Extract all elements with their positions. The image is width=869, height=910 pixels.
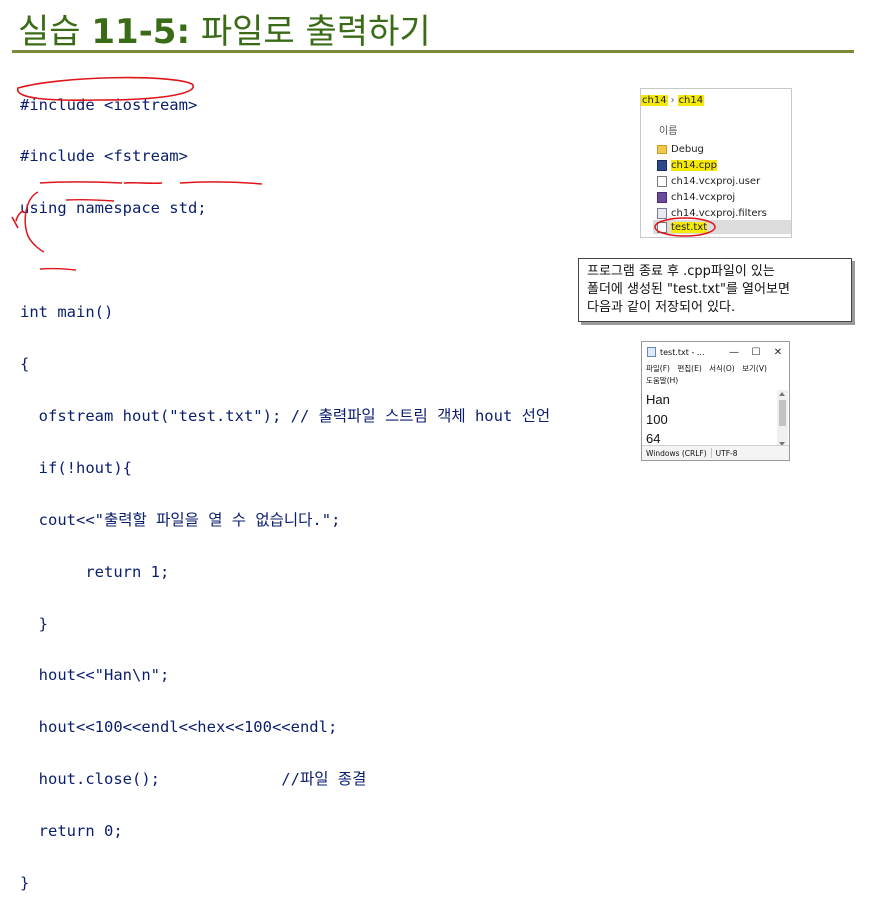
file-name: ch14.vcxproj.filters — [671, 207, 767, 219]
close-button[interactable]: ✕ — [767, 347, 789, 358]
file-item-vcxproj-user[interactable]: ch14.vcxproj.user — [657, 174, 760, 188]
notepad-menubar: 파일(F) 편집(E) 서식(O) 보기(V) — [646, 363, 772, 374]
scroll-thumb[interactable] — [779, 400, 786, 426]
notepad-window: test.txt - ... — ☐ ✕ 파일(F) 편집(E) 서식(O) 보… — [641, 341, 790, 461]
code-line: if(!hout){ — [20, 458, 132, 477]
file-explorer-panel: ch14 › ch14 이름 Debug ch14.cpp ch14.vcxproj… — [640, 88, 792, 238]
code-line: int main() — [20, 303, 114, 322]
code-line: #include <iostream> — [20, 95, 198, 114]
menu-help[interactable]: 도움말(H) — [646, 375, 678, 386]
vertical-scrollbar[interactable] — [777, 390, 788, 448]
code-line: hout<<100<<endl<<hex<<100<<endl; — [20, 718, 338, 737]
notepad-text-area[interactable]: Han 100 64 — [646, 390, 774, 449]
notepad-title: test.txt - ... — [660, 347, 705, 357]
title-text: 파일로 출력하기 — [190, 12, 431, 52]
title-number: 11-5: — [91, 12, 191, 52]
code-listing: #include <iostream> #include <fstream> u… — [20, 62, 550, 910]
code-line: return 0; — [20, 822, 123, 841]
file-item-vcxproj[interactable]: ch14.vcxproj — [657, 190, 735, 204]
menu-format[interactable]: 서식(O) — [709, 364, 735, 373]
file-name: test.txt — [671, 221, 708, 233]
code-line: using namespace std; — [20, 199, 207, 218]
name-column-header[interactable]: 이름 — [659, 122, 677, 137]
chevron-right-icon: › — [670, 95, 675, 106]
callout-line: 다음과 같이 저장되어 있다. — [587, 300, 736, 315]
file-name: ch14.vcxproj — [671, 191, 736, 203]
notepad-icon — [647, 347, 656, 357]
file-item-vcxproj-filters[interactable]: ch14.vcxproj.filters — [657, 206, 767, 220]
explanation-callout: 프로그램 종료 후 .cpp파일이 있는 폴더에 생성된 "test.txt"를… — [578, 258, 852, 322]
text-line: Han — [646, 392, 670, 407]
notepad-titlebar[interactable]: test.txt - ... — ☐ ✕ — [642, 342, 789, 362]
vcxproj-file-icon — [657, 191, 667, 203]
file-name: ch14.vcxproj.user — [671, 175, 761, 187]
code-line: hout.close(); //파일 종결 — [20, 770, 367, 789]
code-line: return 1; — [20, 562, 170, 581]
code-line: { — [20, 355, 30, 374]
menu-file[interactable]: 파일(F) — [646, 364, 670, 373]
user-file-icon — [657, 175, 667, 187]
breadcrumb: ch14 › ch14 — [641, 95, 705, 109]
encoding-status: UTF-8 — [715, 448, 738, 458]
menu-edit[interactable]: 편집(E) — [677, 364, 701, 373]
callout-line: 폴더에 생성된 "test.txt"를 열어보면 — [587, 282, 790, 297]
callout-line: 프로그램 종료 후 .cpp파일이 있는 — [587, 264, 775, 279]
text-line: 100 — [646, 411, 668, 427]
notepad-statusbar: Windows (CRLF) UTF-8 — [642, 445, 789, 460]
title-divider — [12, 50, 854, 53]
cpp-file-icon — [657, 159, 667, 171]
filters-file-icon — [657, 207, 667, 219]
line-ending-status: Windows (CRLF) — [646, 448, 707, 458]
scroll-up-icon[interactable] — [779, 392, 785, 396]
file-item-cpp[interactable]: ch14.cpp — [657, 158, 717, 172]
file-name: Debug — [671, 143, 704, 155]
code-line: } — [20, 614, 48, 633]
minimize-button[interactable]: — — [723, 347, 745, 358]
menu-view[interactable]: 보기(V) — [742, 364, 767, 373]
maximize-button[interactable]: ☐ — [745, 347, 767, 358]
breadcrumb-item[interactable]: ch14 — [677, 95, 705, 106]
file-item-test-txt[interactable]: test.txt — [653, 220, 791, 234]
code-line: cout<<"출력할 파일을 열 수 없습니다."; — [20, 510, 341, 529]
folder-icon — [657, 145, 667, 154]
code-line: ofstream hout("test.txt"); // 출력파일 스트림 객… — [20, 406, 551, 425]
code-line: } — [20, 873, 30, 892]
slide-title: 실습 11-5: 파일로 출력하기 — [18, 4, 431, 53]
file-name: ch14.cpp — [671, 159, 717, 171]
code-line: hout<<"Han\n"; — [20, 666, 170, 685]
file-item-debug[interactable]: Debug — [657, 142, 704, 156]
breadcrumb-item[interactable]: ch14 — [641, 95, 668, 106]
code-line: #include <fstream> — [20, 147, 188, 166]
text-file-icon — [657, 221, 667, 233]
title-prefix: 실습 — [18, 12, 92, 52]
